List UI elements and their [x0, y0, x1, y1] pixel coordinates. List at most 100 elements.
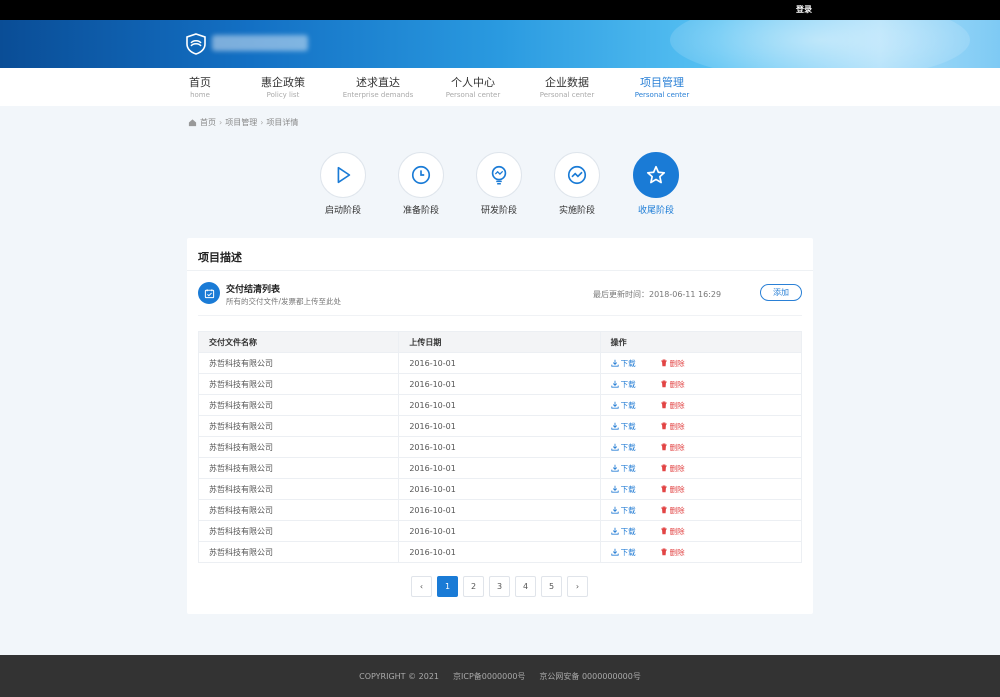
download-button[interactable]: 下载: [611, 484, 636, 495]
delete-button[interactable]: 删除: [660, 379, 685, 390]
nav-sublabel: Policy list: [266, 91, 300, 99]
breadcrumb-project-management[interactable]: 项目管理: [225, 117, 257, 128]
download-icon: [611, 422, 619, 430]
nav-item-project-management[interactable]: 项目管理 Personal center: [617, 76, 707, 100]
header-file-name: 交付文件名称: [199, 332, 400, 352]
table-row: 苏哲科技有限公司 2016-10-01 下载 删除: [199, 373, 801, 394]
cell-actions: 下载 删除: [601, 542, 801, 562]
prev-page-button[interactable]: ‹: [411, 576, 432, 597]
download-button[interactable]: 下载: [611, 421, 636, 432]
delete-button[interactable]: 删除: [660, 442, 685, 453]
shield-logo-icon[interactable]: [186, 33, 206, 55]
delete-button[interactable]: 删除: [660, 358, 685, 369]
page-button-1[interactable]: 1: [437, 576, 458, 597]
cell-file-name: 苏哲科技有限公司: [199, 500, 400, 520]
table-row: 苏哲科技有限公司 2016-10-01 下载 删除: [199, 394, 801, 415]
footer-security[interactable]: 京公网安备 0000000000号: [539, 671, 640, 682]
star-icon: [646, 165, 666, 184]
top-bar: 登录: [0, 0, 1000, 20]
cell-actions: 下载 删除: [601, 437, 801, 457]
clock-icon: [411, 165, 431, 185]
footer: COPYRIGHT © 2021 京ICP备0000000号 京公网安备 000…: [0, 655, 1000, 697]
cell-upload-date: 2016-10-01: [399, 458, 601, 478]
delete-button[interactable]: 删除: [660, 484, 685, 495]
nav-label: 首页: [189, 76, 211, 89]
login-link[interactable]: 登录: [796, 4, 812, 15]
download-button[interactable]: 下载: [611, 547, 636, 558]
download-label: 下载: [620, 358, 636, 368]
download-label: 下载: [620, 526, 636, 536]
delivery-table: 交付文件名称 上传日期 操作 苏哲科技有限公司 2016-10-01 下载 删除 苏哲科…: [198, 331, 802, 563]
download-button[interactable]: 下载: [611, 442, 636, 453]
footer-copyright: COPYRIGHT © 2021: [359, 671, 440, 681]
stage-label: 准备阶段: [402, 206, 439, 216]
home-icon: [188, 119, 197, 127]
section-title: 交付结清列表: [226, 285, 281, 295]
download-label: 下载: [620, 421, 636, 431]
delete-label: 删除: [669, 379, 685, 389]
header-banner: [0, 20, 1000, 68]
delete-button[interactable]: 删除: [660, 400, 685, 411]
delete-button[interactable]: 删除: [660, 505, 685, 516]
cell-actions: 下载 删除: [601, 500, 801, 520]
cell-file-name: 苏哲科技有限公司: [199, 542, 400, 562]
nav-item-home[interactable]: 首页 home: [155, 76, 245, 100]
project-description-card: 项目描述 交付结清列表 所有的交付文件/发票都上传至此处 最后更新时间：2018…: [187, 238, 813, 614]
add-button[interactable]: 添加: [760, 284, 802, 301]
nav-item-personal[interactable]: 个人中心 Personal center: [428, 76, 518, 100]
page-button-2[interactable]: 2: [463, 576, 484, 597]
nav-item-enterprise-data[interactable]: 企业数据 Personal center: [522, 76, 612, 100]
download-button[interactable]: 下载: [611, 463, 636, 474]
calendar-check-icon: [198, 282, 220, 304]
cell-upload-date: 2016-10-01: [399, 374, 601, 394]
header-upload-date: 上传日期: [399, 332, 601, 352]
trash-icon: [660, 443, 668, 451]
delete-label: 删除: [669, 421, 685, 431]
nav-item-demands[interactable]: 述求直达 Enterprise demands: [333, 76, 423, 100]
breadcrumb-separator: ›: [219, 118, 223, 127]
stage-research[interactable]: 研发阶段: [469, 152, 529, 216]
download-button[interactable]: 下载: [611, 358, 636, 369]
delete-label: 删除: [669, 463, 685, 473]
download-icon: [611, 464, 619, 472]
delete-button[interactable]: 删除: [660, 463, 685, 474]
stage-prepare[interactable]: 准备阶段: [391, 152, 451, 216]
stage-start[interactable]: 启动阶段: [313, 152, 373, 216]
download-label: 下载: [620, 400, 636, 410]
nav-label: 述求直达: [356, 76, 400, 89]
cell-file-name: 苏哲科技有限公司: [199, 437, 400, 457]
download-icon: [611, 443, 619, 451]
nav-item-policy[interactable]: 惠企政策 Policy list: [238, 76, 328, 100]
stage-circle: [476, 152, 522, 198]
stage-label: 实施阶段: [558, 206, 595, 216]
download-button[interactable]: 下载: [611, 400, 636, 411]
delete-label: 删除: [669, 526, 685, 536]
stage-circle: [554, 152, 600, 198]
stage-implement[interactable]: 实施阶段: [547, 152, 607, 216]
nav-label: 企业数据: [545, 76, 589, 89]
breadcrumb-home[interactable]: 首页: [200, 117, 216, 128]
cell-actions: 下载 删除: [601, 521, 801, 541]
delete-button[interactable]: 删除: [660, 547, 685, 558]
download-button[interactable]: 下载: [611, 379, 636, 390]
section-description: 所有的交付文件/发票都上传至此处: [226, 297, 342, 306]
cell-actions: 下载 删除: [601, 353, 801, 373]
download-label: 下载: [620, 442, 636, 452]
trash-icon: [660, 548, 668, 556]
page-button-3[interactable]: 3: [489, 576, 510, 597]
page-button-4[interactable]: 4: [515, 576, 536, 597]
next-page-button[interactable]: ›: [567, 576, 588, 597]
table-row: 苏哲科技有限公司 2016-10-01 下载 删除: [199, 541, 801, 562]
footer-icp[interactable]: 京ICP备0000000号: [453, 671, 525, 682]
delete-button[interactable]: 删除: [660, 421, 685, 432]
delete-button[interactable]: 删除: [660, 526, 685, 537]
nav-sublabel: Personal center: [634, 91, 690, 99]
download-button[interactable]: 下载: [611, 505, 636, 516]
cell-upload-date: 2016-10-01: [399, 437, 601, 457]
divider: [187, 270, 813, 271]
stage-closing[interactable]: 收尾阶段: [626, 152, 686, 216]
cell-file-name: 苏哲科技有限公司: [199, 353, 400, 373]
page-button-5[interactable]: 5: [541, 576, 562, 597]
delete-label: 删除: [669, 484, 685, 494]
download-button[interactable]: 下载: [611, 526, 636, 537]
